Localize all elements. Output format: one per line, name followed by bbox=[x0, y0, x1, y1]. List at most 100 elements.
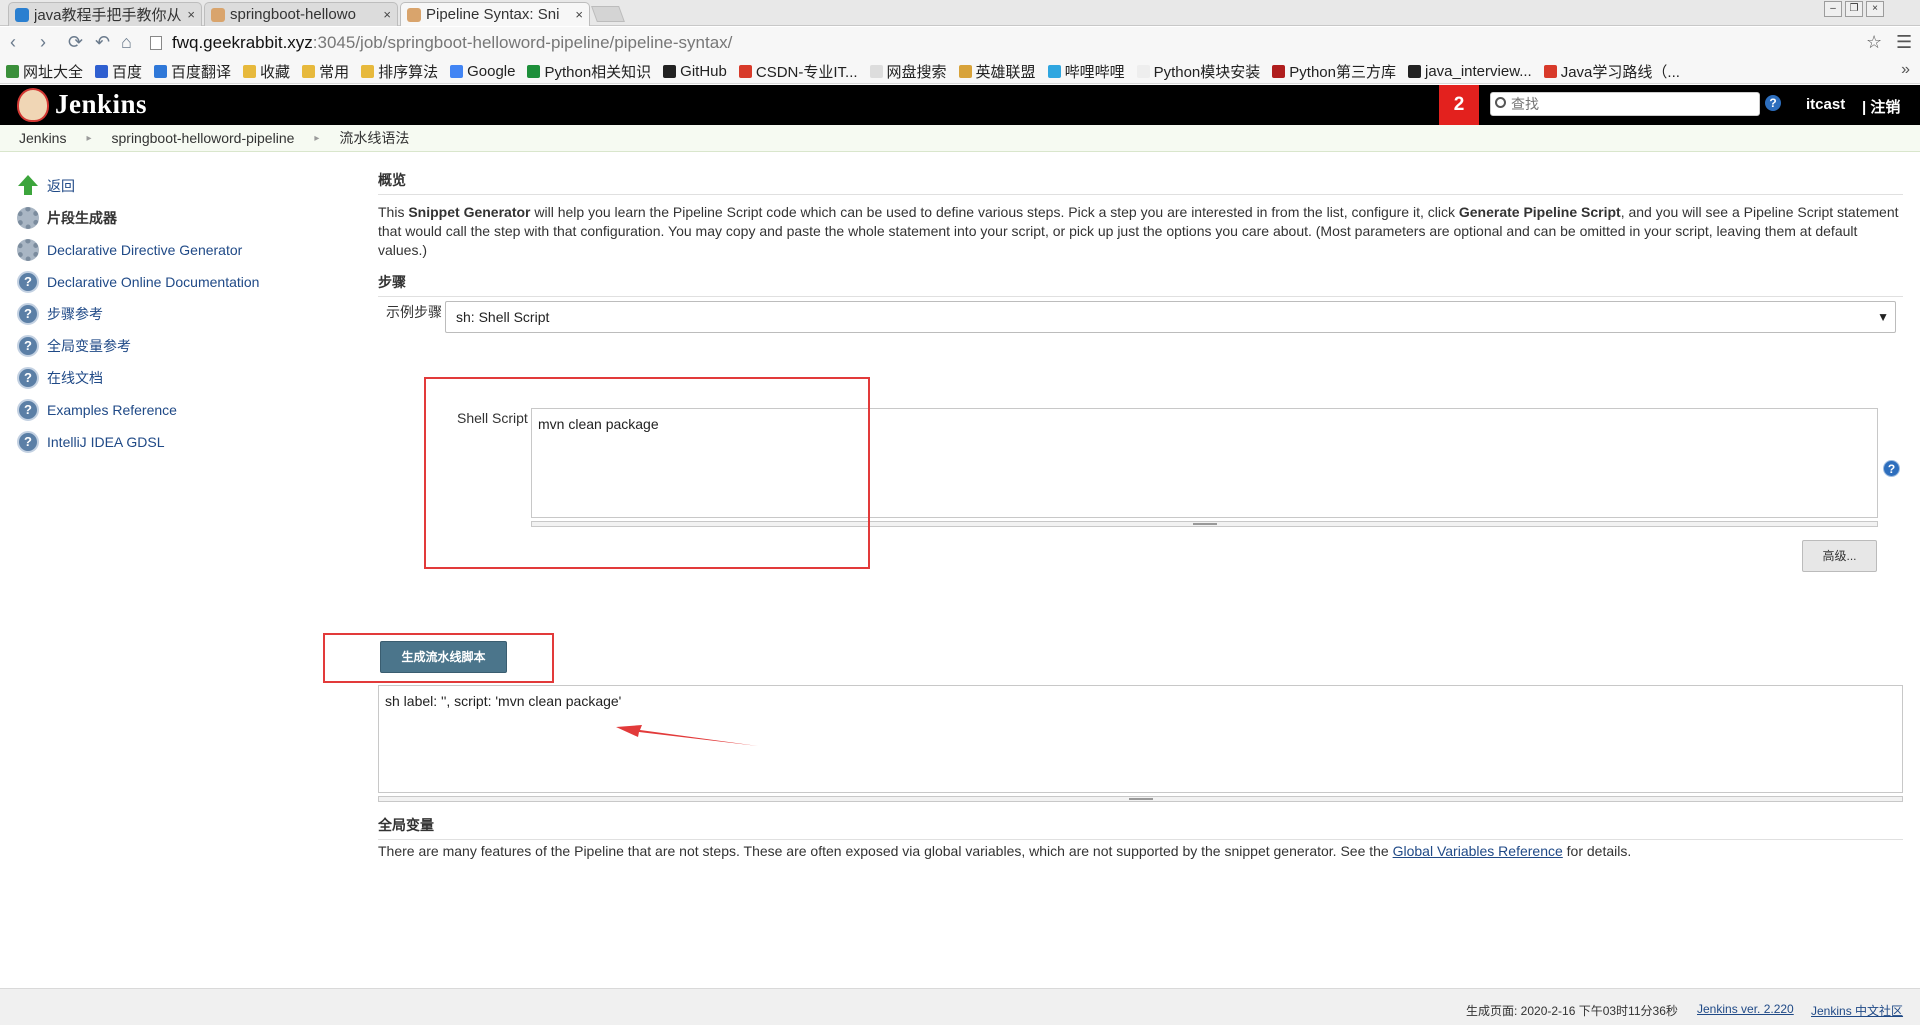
notification-badge[interactable]: 2 bbox=[1439, 85, 1479, 125]
sidebar-item-global-variables[interactable]: ? 全局变量参考 bbox=[17, 330, 317, 362]
translate-icon bbox=[154, 64, 168, 78]
undo-icon[interactable]: ↶ bbox=[95, 32, 110, 53]
folder-icon bbox=[361, 64, 375, 78]
logout-link[interactable]: | 注销 bbox=[1862, 96, 1900, 117]
browser-tab-pipeline-syntax[interactable]: Pipeline Syntax: Sni × bbox=[400, 2, 590, 26]
sidebar-item-label: 在线文档 bbox=[47, 370, 103, 386]
up-arrow-icon bbox=[17, 175, 39, 197]
sidebar-item-snippet-generator[interactable]: 片段生成器 bbox=[17, 202, 317, 234]
jenkins-logo-text[interactable]: Jenkins bbox=[55, 89, 147, 120]
bookmark-item[interactable]: 常用 bbox=[302, 61, 349, 82]
sidebar-item-online-docs[interactable]: ? 在线文档 bbox=[17, 362, 317, 394]
breadcrumb-pipeline-syntax[interactable]: 流水线语法 bbox=[339, 128, 409, 148]
breadcrumb-sep-icon[interactable]: ▸ bbox=[86, 133, 91, 144]
bookmark-item[interactable]: Java学习路线（... bbox=[1543, 61, 1680, 82]
game-icon bbox=[958, 64, 972, 78]
bilibili-icon bbox=[1047, 64, 1061, 78]
sidebar-item-label: Declarative Directive Generator bbox=[47, 242, 243, 258]
bookmark-item[interactable]: 英雄联盟 bbox=[958, 61, 1036, 82]
footer-community-link[interactable]: Jenkins 中文社区 bbox=[1811, 1002, 1903, 1019]
csdn-icon bbox=[1543, 64, 1557, 78]
bookmark-item[interactable]: Python模块安装 bbox=[1136, 61, 1260, 82]
sample-step-select[interactable]: sh: Shell Script ▼ bbox=[445, 301, 1896, 333]
bookmark-item[interactable]: 网址大全 bbox=[6, 61, 83, 82]
url-input[interactable]: fwq.geekrabbit.xyz :3045/job/springboot-… bbox=[150, 30, 1860, 56]
close-window-button[interactable]: × bbox=[1866, 1, 1884, 17]
baidu-paw-icon bbox=[95, 64, 109, 78]
snippet-description: This Snippet Generator will help you lea… bbox=[378, 204, 1899, 258]
overview-title: 概览 bbox=[378, 170, 1903, 195]
menu-icon[interactable]: ☰ bbox=[1896, 32, 1912, 53]
generated-script-output[interactable]: sh label: '', script: 'mvn clean package… bbox=[378, 685, 1903, 793]
bookmark-item[interactable]: Python第三方库 bbox=[1272, 61, 1396, 82]
sidebar-item-step-reference[interactable]: ? 步骤参考 bbox=[17, 298, 317, 330]
global-variables-title: 全局变量 bbox=[378, 815, 1903, 840]
help-icon: ? bbox=[17, 303, 39, 325]
sidebar-item-label: IntelliJ IDEA GDSL bbox=[47, 434, 165, 450]
page-icon bbox=[150, 36, 162, 50]
gear-icon bbox=[17, 239, 39, 261]
sidebar-item-declarative-docs[interactable]: ? Declarative Online Documentation bbox=[17, 266, 317, 298]
bookmark-label: 百度翻译 bbox=[171, 63, 232, 81]
sidebar-item-gdsl[interactable]: ? IntelliJ IDEA GDSL bbox=[17, 426, 317, 458]
bookmark-item[interactable]: 百度 bbox=[95, 61, 142, 82]
output-resize-handle[interactable] bbox=[378, 796, 1903, 802]
bookmark-item[interactable]: 哔哩哔哩 bbox=[1047, 61, 1125, 82]
restore-button[interactable]: ❐ bbox=[1845, 1, 1863, 17]
help-icon: ? bbox=[17, 335, 39, 357]
steps-title: 步骤 bbox=[378, 272, 1903, 297]
bookmark-item[interactable]: 排序算法 bbox=[361, 61, 438, 82]
reload-icon[interactable]: ⟳ bbox=[68, 32, 83, 53]
close-icon[interactable]: × bbox=[187, 7, 195, 22]
jenkins-logo-icon[interactable] bbox=[17, 88, 49, 122]
help-icon[interactable]: ? bbox=[1883, 460, 1900, 477]
new-tab-button[interactable] bbox=[591, 6, 625, 22]
main-panel: 概览 This Snippet Generator will help you … bbox=[378, 170, 1903, 260]
sample-step-label: 示例步骤 bbox=[386, 304, 442, 320]
bookmark-item[interactable]: Python相关知识 bbox=[527, 61, 651, 82]
star-icon[interactable]: ☆ bbox=[1866, 32, 1882, 53]
search-input[interactable] bbox=[1490, 92, 1760, 116]
bookmark-item[interactable]: java_interview... bbox=[1407, 63, 1532, 80]
tab-title: Pipeline Syntax: Sni bbox=[426, 6, 560, 23]
side-panel: 返回 片段生成器 Declarative Directive Generator… bbox=[17, 170, 317, 458]
breadcrumb-job[interactable]: springboot-helloword-pipeline bbox=[112, 130, 295, 146]
close-icon[interactable]: × bbox=[575, 7, 583, 22]
sidebar-item-label: Declarative Online Documentation bbox=[47, 274, 260, 290]
bookmarks-bar: 网址大全 百度 百度翻译 收藏 常用 排序算法 Google Python相关知识 GitHub… bbox=[0, 59, 1920, 84]
user-link[interactable]: itcast bbox=[1806, 96, 1845, 113]
forward-icon[interactable]: › bbox=[40, 32, 46, 53]
minimize-button[interactable]: – bbox=[1824, 1, 1842, 17]
bookmark-item[interactable]: CSDN-专业IT... bbox=[738, 61, 858, 82]
bookmark-item[interactable]: Google bbox=[450, 63, 515, 80]
bookmark-label: 排序算法 bbox=[378, 63, 439, 81]
breadcrumb-sep-icon[interactable]: ▸ bbox=[314, 133, 319, 144]
bookmark-label: Python第三方库 bbox=[1289, 63, 1396, 81]
bookmark-item[interactable]: GitHub bbox=[663, 63, 727, 80]
bookmark-label: Java学习路线（... bbox=[1560, 63, 1680, 81]
bookmark-label: 哔哩哔哩 bbox=[1064, 63, 1125, 81]
url-host: fwq.geekrabbit.xyz bbox=[172, 33, 313, 52]
home-icon[interactable]: ⌂ bbox=[121, 32, 132, 53]
global-variables-reference-link[interactable]: Global Variables Reference bbox=[1393, 843, 1563, 859]
bookmarks-more-icon[interactable]: » bbox=[1901, 61, 1910, 79]
bookmark-item[interactable]: 百度翻译 bbox=[154, 61, 231, 82]
footer-version-link[interactable]: Jenkins ver. 2.220 bbox=[1697, 1002, 1794, 1016]
advanced-button[interactable]: 高级... bbox=[1802, 540, 1877, 572]
annotation-box-shell-script bbox=[424, 377, 870, 569]
back-icon[interactable]: ‹ bbox=[10, 32, 16, 53]
bookmark-label: Python相关知识 bbox=[544, 63, 652, 81]
bookmark-item[interactable]: 网盘搜索 bbox=[869, 61, 947, 82]
browser-tab-springboot[interactable]: springboot-hellowo × bbox=[204, 2, 398, 26]
bookmark-label: 收藏 bbox=[260, 63, 291, 81]
close-icon[interactable]: × bbox=[383, 7, 391, 22]
sidebar-item-back[interactable]: 返回 bbox=[17, 170, 317, 202]
chevron-down-icon: ▼ bbox=[1877, 310, 1889, 324]
help-icon[interactable]: ? bbox=[1765, 95, 1781, 111]
breadcrumb-jenkins[interactable]: Jenkins bbox=[19, 130, 66, 146]
sidebar-item-examples[interactable]: ? Examples Reference bbox=[17, 394, 317, 426]
bookmark-item[interactable]: 收藏 bbox=[243, 61, 290, 82]
browser-tab-java-tutorial[interactable]: java教程手把手教你从 × bbox=[8, 2, 202, 26]
browser-tabstrip: java教程手把手教你从 × springboot-hellowo × Pipe… bbox=[0, 0, 1920, 26]
sidebar-item-declarative-generator[interactable]: Declarative Directive Generator bbox=[17, 234, 317, 266]
